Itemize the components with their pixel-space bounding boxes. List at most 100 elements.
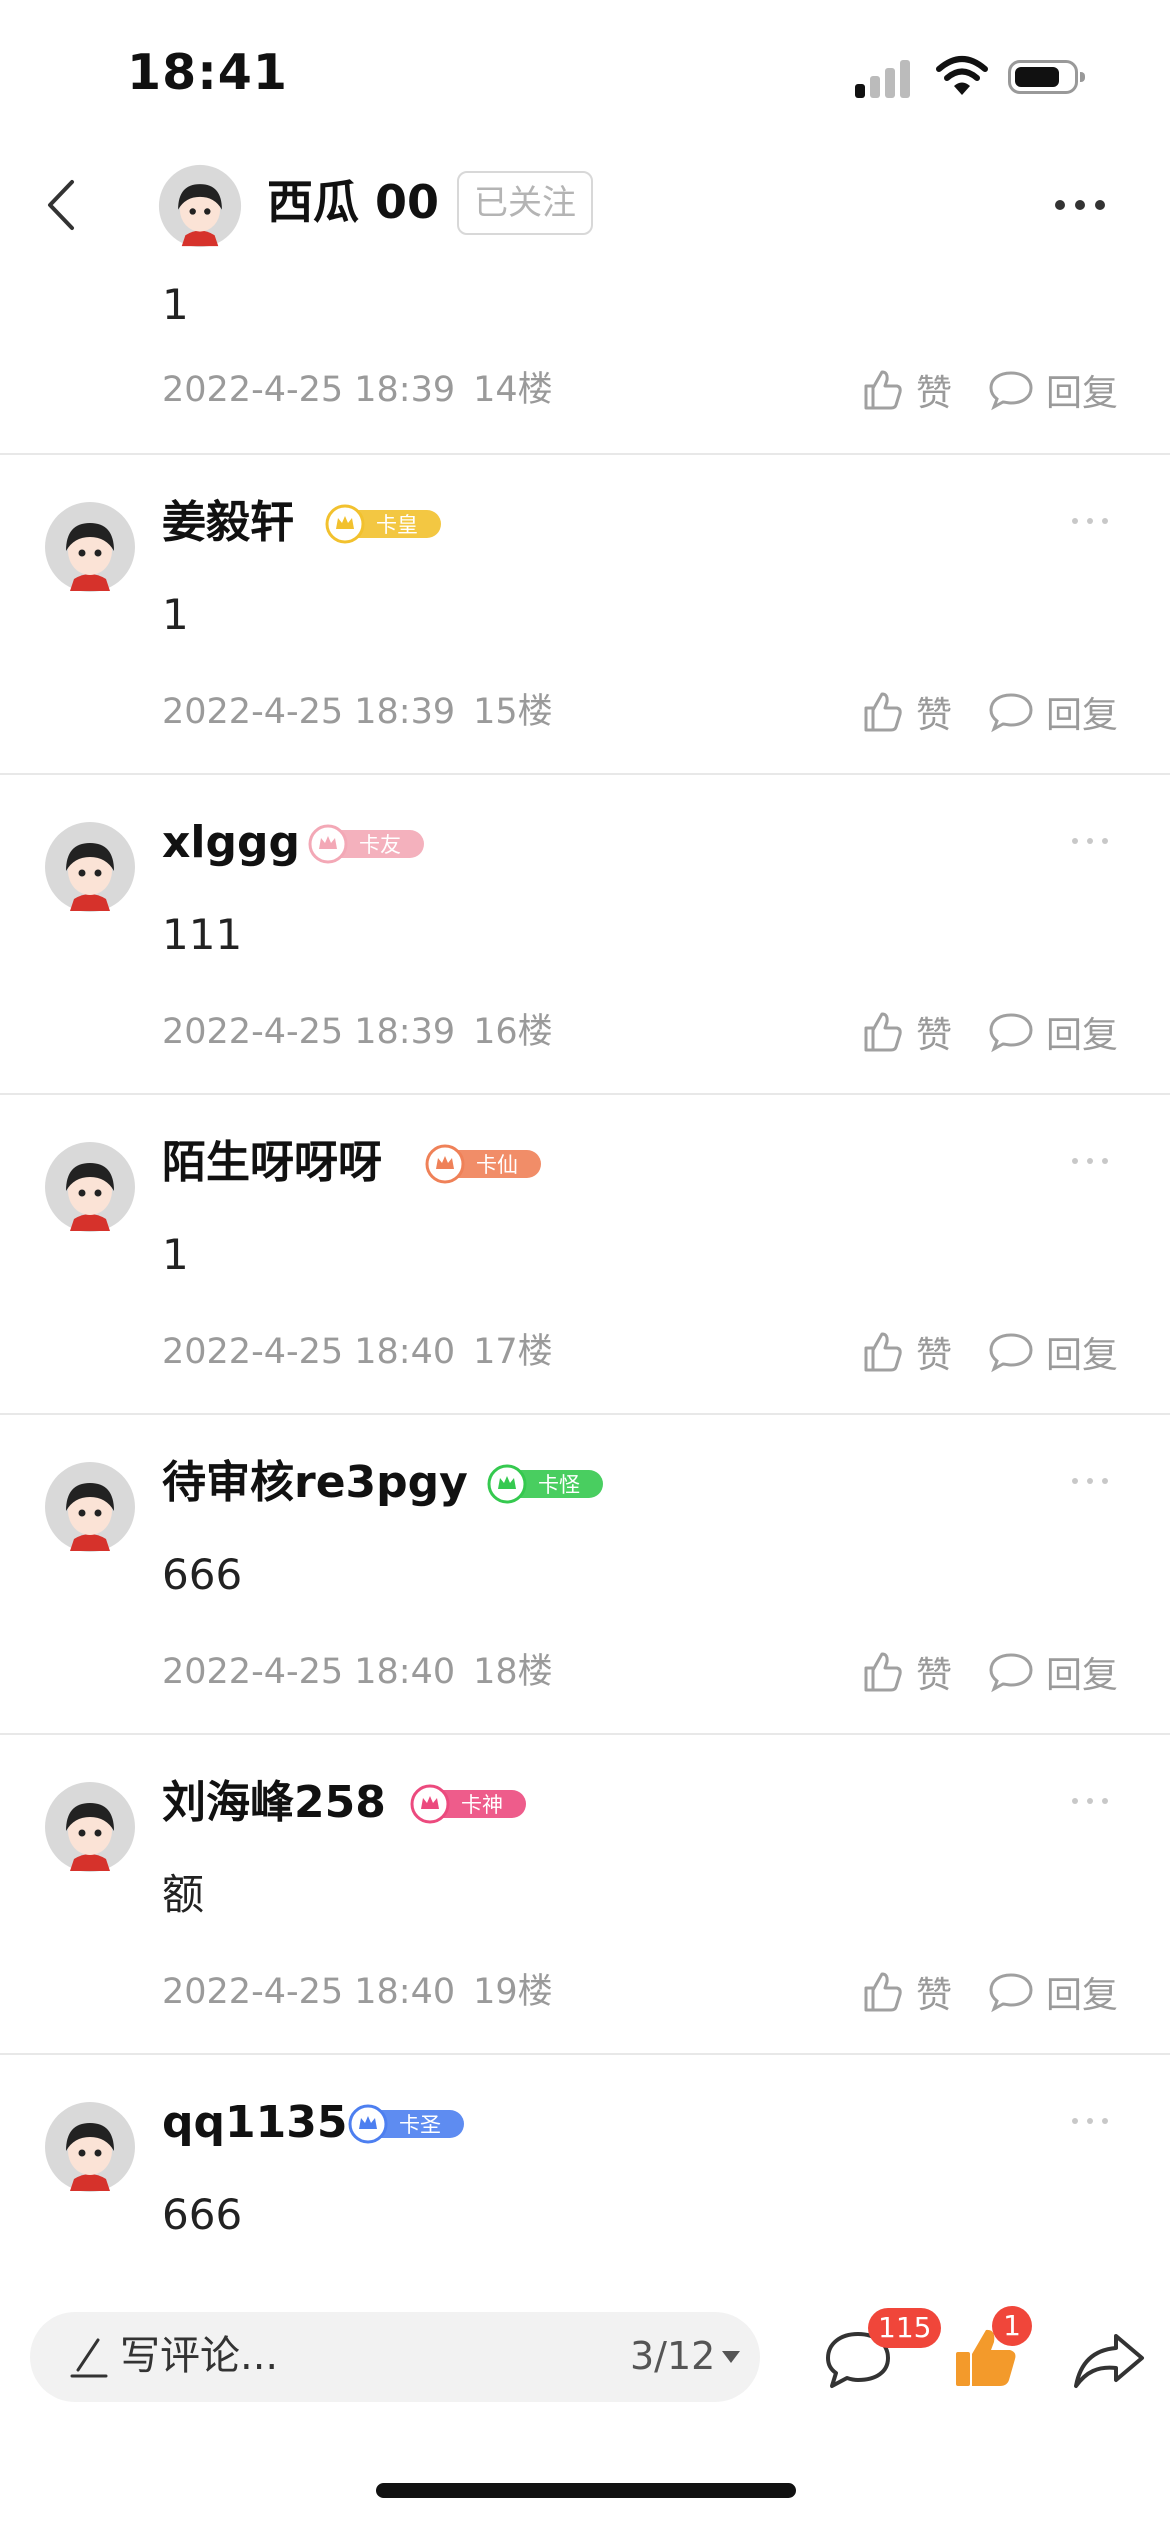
comment-content: 666 [162,1550,243,1599]
more-dots-icon[interactable] [1068,511,1112,531]
like-button[interactable]: 赞 [860,1325,952,1379]
avatar[interactable] [44,501,136,593]
comment-date: 2022-4-25 18:39 [162,692,456,732]
reply-button[interactable]: 回复 [988,1325,1118,1379]
back-arrow-icon[interactable] [30,170,100,240]
reply-button[interactable]: 回复 [988,685,1118,739]
more-dots-icon[interactable] [1068,831,1112,851]
like-count-badge: 1 [992,2306,1032,2346]
avatar[interactable] [158,164,242,248]
comment-count-badge: 115 [868,2308,942,2348]
comment-floor: 14楼 [473,370,553,410]
thumbs-up-icon [864,1972,902,2012]
avatar[interactable] [44,2101,136,2193]
comment-item: 陌生呀呀呀 卡仙 1 2022-4-25 18:40 17楼 赞 回复 [0,1095,1170,1415]
comment-date: 2022-4-25 18:40 [162,1652,456,1692]
comment-content: 额 [162,1870,205,1919]
reply-label: 回复 [1046,1335,1119,1376]
comment-date: 2022-4-25 18:39 [162,1012,456,1052]
more-dots-icon[interactable] [1068,2111,1112,2131]
speech-bubble-icon [989,693,1033,733]
reply-label: 回复 [1046,1975,1119,2016]
reply-label: 回复 [1046,373,1119,414]
comment-item: 刘海峰258 卡神额 2022-4-25 18:40 19楼 赞 回复 [0,1735,1170,2055]
comment-floor: 18楼 [473,1652,553,1692]
commenter-name[interactable]: qq1135 [162,2093,347,2153]
comment-content: 1 [162,1230,189,1279]
follow-status-button[interactable]: 已关注 [457,171,593,235]
status-bar: 18:41 [0,0,1170,150]
comment-item: xlggg 卡友 111 2022-4-25 18:39 16楼 赞 回复 [0,775,1170,1095]
speech-bubble-icon [989,1013,1033,1053]
commenter-name[interactable]: 姜毅轩 [162,493,294,553]
reply-label: 回复 [1046,695,1119,736]
home-indicator[interactable] [376,2483,796,2498]
comments-button[interactable]: 115 [822,2308,942,2396]
like-button[interactable]: 赞 [860,363,952,417]
like-label: 赞 [916,1335,953,1376]
like-label: 赞 [916,695,953,736]
more-dots-icon[interactable] [1040,180,1120,230]
comment-item: 待审核re3pgy 卡怪 666 2022-4-25 18:40 18楼 赞 回复 [0,1415,1170,1735]
comment-placeholder: 写评论... [120,2333,279,2379]
comment-floor: 15楼 [473,692,553,732]
like-button[interactable]: 赞 [860,1005,952,1059]
level-badge-text: 卡友 [359,833,401,857]
chevron-down-icon[interactable] [722,2351,740,2363]
comment-meta: 2022-4-25 18:40 18楼 [162,1647,553,1697]
avatar[interactable] [44,1781,136,1873]
like-label: 赞 [916,1015,953,1056]
thumbs-up-icon [864,692,902,732]
more-dots-icon[interactable] [1068,1151,1112,1171]
commenter-name[interactable]: 陌生呀呀呀 [162,1133,382,1193]
reply-label: 回复 [1046,1655,1119,1696]
like-button[interactable]: 赞 [860,685,952,739]
like-button[interactable]: 赞 [860,1645,952,1699]
share-arrow-icon[interactable] [1072,2330,1146,2390]
level-badge-text: 卡仙 [476,1153,518,1177]
comment-content: 1 [162,590,189,639]
thumbs-up-icon [864,370,902,410]
commenter-name[interactable]: xlggg [162,813,300,873]
more-dots-icon[interactable] [1068,1471,1112,1491]
avatar[interactable] [44,1461,136,1553]
commenter-name[interactable]: 待审核re3pgy [162,1453,468,1513]
poster-name[interactable]: 西瓜 00 [267,172,439,232]
comment-floor: 16楼 [473,1012,553,1052]
thumbs-up-icon [864,1652,902,1692]
comment-input[interactable]: 写评论... 3/12 [30,2312,760,2402]
level-badge: 卡圣 [348,2104,464,2144]
speech-bubble-icon [989,371,1033,411]
speech-bubble-icon [989,1973,1033,2013]
like-label: 赞 [916,1975,953,2016]
more-dots-icon[interactable] [1068,1791,1112,1811]
thumbs-up-icon [864,1012,902,1052]
thumbs-up-icon [864,1332,902,1372]
level-badge-text: 卡神 [461,1793,503,1817]
commenter-name[interactable]: 刘海峰258 [162,1773,386,1833]
comment-date: 2022-4-25 18:40 [162,1972,456,2012]
avatar[interactable] [44,1141,136,1233]
speech-bubble-icon [989,1333,1033,1373]
like-post-button[interactable]: 1 [950,2306,1032,2396]
reply-button[interactable]: 回复 [988,1965,1118,2019]
level-badge-text: 卡圣 [399,2113,441,2137]
reply-button[interactable]: 回复 [988,1005,1118,1059]
post-header: 西瓜 00 已关注 [0,150,1170,265]
like-button[interactable]: 赞 [860,1965,952,2019]
level-badge: 卡神 [410,1784,526,1824]
comment-item: 1 2022-4-25 18:39 14楼 赞 回复 [0,265,1170,455]
page-indicator[interactable]: 3/12 [630,2326,715,2386]
reply-button[interactable]: 回复 [988,1645,1118,1699]
comment-meta: 2022-4-25 18:39 15楼 [162,687,553,737]
speech-bubble-icon [989,1653,1033,1693]
cellular-signal-icon [855,58,915,98]
comment-floor: 19楼 [473,1972,553,2012]
level-badge: 卡皇 [325,504,441,544]
wifi-icon [936,56,988,95]
avatar[interactable] [44,821,136,913]
reply-button[interactable]: 回复 [988,363,1118,417]
comment-meta: 2022-4-25 18:39 14楼 [162,365,553,415]
comment-item: 姜毅轩 卡皇 1 2022-4-25 18:39 15楼 赞 回复 [0,455,1170,775]
reply-label: 回复 [1046,1015,1119,1056]
